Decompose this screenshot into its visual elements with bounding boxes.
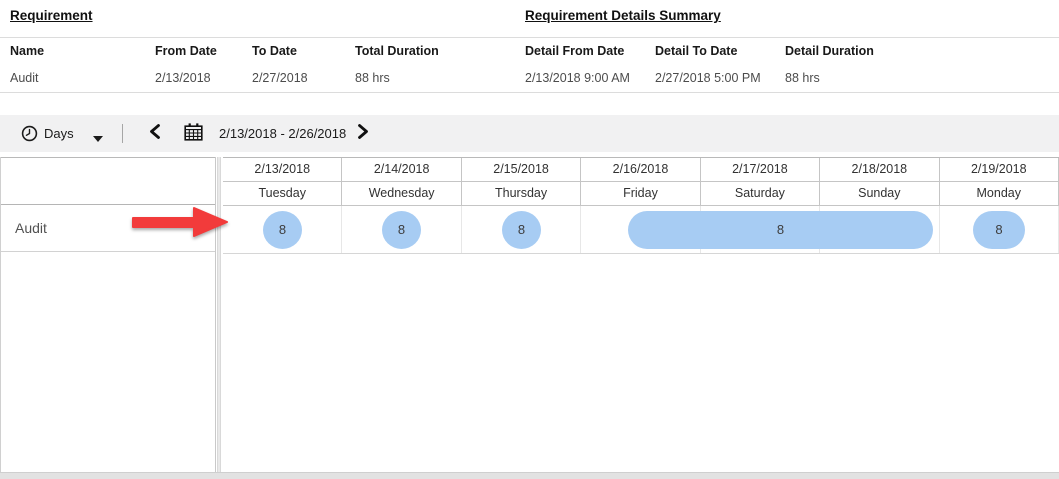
horizontal-scrollbar[interactable] — [0, 472, 1059, 479]
col-header-detail-from-date: Detail From Date — [525, 44, 624, 58]
cell-name: Audit — [10, 71, 39, 85]
cell-to-date: 2/27/2018 — [252, 71, 308, 85]
visible-date-range: 2/13/2018 - 2/26/2018 — [219, 126, 346, 141]
date-header: 2/19/2018 — [940, 158, 1059, 181]
cell-detail-duration: 88 hrs — [785, 71, 820, 85]
event-bar-2-16-to-2-18[interactable]: 8 — [628, 211, 933, 249]
col-header-total-duration: Total Duration — [355, 44, 439, 58]
event-bubble-2-13[interactable]: 8 — [263, 211, 302, 249]
event-bubble-2-19[interactable]: 8 — [973, 211, 1025, 249]
requirement-section-title: Requirement — [10, 8, 93, 23]
summary-bottom-divider — [0, 92, 1059, 93]
resource-row-audit[interactable]: Audit — [1, 205, 215, 252]
chevron-right-icon — [357, 128, 370, 143]
date-header: 2/15/2018 — [462, 158, 581, 181]
day-header: Sunday — [820, 182, 939, 205]
clock-icon — [21, 125, 38, 145]
day-header-row: Tuesday Wednesday Thursday Friday Saturd… — [223, 182, 1059, 206]
event-bubble-2-14[interactable]: 8 — [382, 211, 421, 249]
col-header-from-date: From Date — [155, 44, 217, 58]
timeline-grid: 2/13/2018 2/14/2018 2/15/2018 2/16/2018 … — [223, 157, 1059, 472]
day-header: Friday — [581, 182, 700, 205]
dropdown-caret-icon — [92, 131, 104, 146]
calendar-icon — [184, 129, 203, 144]
toolbar-separator — [122, 124, 123, 143]
day-header: Saturday — [701, 182, 820, 205]
date-header: 2/16/2018 — [581, 158, 700, 181]
cell-detail-from-date: 2/13/2018 9:00 AM — [525, 71, 630, 85]
day-header: Wednesday — [342, 182, 461, 205]
col-header-detail-to-date: Detail To Date — [655, 44, 737, 58]
resource-pane: Audit — [0, 157, 216, 472]
day-header: Tuesday — [223, 182, 342, 205]
details-section-title: Requirement Details Summary — [525, 8, 721, 23]
calendar-picker-button[interactable] — [182, 123, 204, 144]
event-row-audit: 8 8 8 8 8 — [223, 206, 1059, 254]
cell-detail-to-date: 2/27/2018 5:00 PM — [655, 71, 761, 85]
timeline-toolbar: Days 2/13/2018 - 2/26/2018 — [0, 115, 1059, 152]
date-header: 2/13/2018 — [223, 158, 342, 181]
col-header-to-date: To Date — [252, 44, 297, 58]
day-header: Thursday — [462, 182, 581, 205]
day-header: Monday — [940, 182, 1059, 205]
resource-pane-header — [1, 157, 215, 205]
cell-total-duration: 88 hrs — [355, 71, 390, 85]
view-mode-dropdown[interactable]: Days — [16, 119, 112, 148]
event-bubble-2-15[interactable]: 8 — [502, 211, 541, 249]
scheduler-app: Requirement Requirement Details Summary … — [0, 0, 1059, 479]
col-header-detail-duration: Detail Duration — [785, 44, 874, 58]
chevron-left-icon — [148, 128, 161, 143]
date-header-row: 2/13/2018 2/14/2018 2/15/2018 2/16/2018 … — [223, 158, 1059, 182]
header-top-divider — [0, 37, 1059, 38]
view-mode-label: Days — [44, 126, 74, 141]
cell-from-date: 2/13/2018 — [155, 71, 211, 85]
date-header: 2/18/2018 — [820, 158, 939, 181]
pane-splitter[interactable] — [217, 157, 221, 472]
date-header: 2/14/2018 — [342, 158, 461, 181]
previous-period-button[interactable] — [144, 123, 164, 143]
next-period-button[interactable] — [353, 123, 373, 143]
col-header-name: Name — [10, 44, 44, 58]
date-header: 2/17/2018 — [701, 158, 820, 181]
